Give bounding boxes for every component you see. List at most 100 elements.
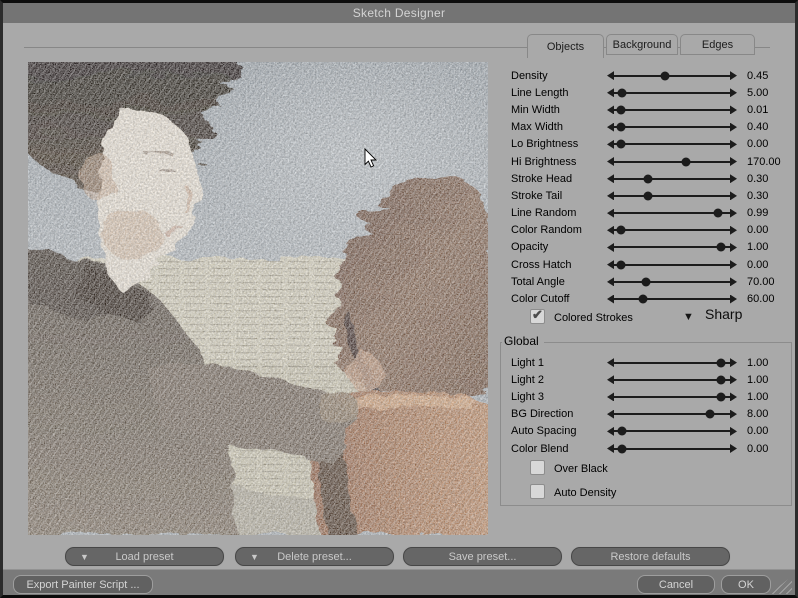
slider-track[interactable] — [614, 448, 730, 450]
slider-track[interactable] — [614, 212, 730, 214]
slider-left-arrow-icon[interactable] — [607, 174, 614, 183]
slider-left-arrow-icon[interactable] — [607, 105, 614, 114]
slider-thumb[interactable] — [643, 191, 652, 200]
lo-brightness-slider[interactable] — [607, 138, 737, 150]
slider-thumb[interactable] — [618, 427, 627, 436]
slider-track[interactable] — [614, 109, 730, 111]
light-3-slider[interactable] — [607, 391, 737, 403]
slider-track[interactable] — [614, 178, 730, 180]
line-length-slider[interactable] — [607, 87, 737, 99]
slider-left-arrow-icon[interactable] — [607, 123, 614, 132]
slider-right-arrow-icon[interactable] — [730, 157, 737, 166]
slider-right-arrow-icon[interactable] — [730, 358, 737, 367]
dropdown-arrow-icon[interactable]: ▼ — [80, 552, 89, 562]
slider-left-arrow-icon[interactable] — [607, 427, 614, 436]
slider-right-arrow-icon[interactable] — [730, 123, 737, 132]
color-cutoff-slider[interactable] — [607, 293, 737, 305]
tab-objects[interactable]: Objects — [527, 34, 604, 58]
slider-right-arrow-icon[interactable] — [730, 260, 737, 269]
slider-right-arrow-icon[interactable] — [730, 392, 737, 401]
auto-spacing-slider[interactable] — [607, 425, 737, 437]
density-slider[interactable] — [607, 70, 737, 82]
slider-right-arrow-icon[interactable] — [730, 174, 737, 183]
slider-thumb[interactable] — [706, 410, 715, 419]
slider-track[interactable] — [614, 161, 730, 163]
slider-track[interactable] — [614, 126, 730, 128]
slider-track[interactable] — [614, 430, 730, 432]
slider-left-arrow-icon[interactable] — [607, 392, 614, 401]
slider-thumb[interactable] — [714, 209, 723, 218]
slider-thumb[interactable] — [616, 105, 625, 114]
slider-left-arrow-icon[interactable] — [607, 157, 614, 166]
dropdown-arrow-icon[interactable]: ▼ — [250, 552, 259, 562]
colored-strokes-checkbox[interactable]: ✔ — [530, 309, 545, 324]
title-bar[interactable]: Sketch Designer — [3, 3, 795, 23]
color-random-slider[interactable] — [607, 224, 737, 236]
slider-track[interactable] — [614, 379, 730, 381]
slider-left-arrow-icon[interactable] — [607, 295, 614, 304]
delete-preset-button[interactable]: ▼ Delete preset... — [235, 547, 394, 566]
color-blend-slider[interactable] — [607, 443, 737, 455]
cross-hatch-slider[interactable] — [607, 259, 737, 271]
tab-background[interactable]: Background — [606, 34, 678, 55]
slider-track[interactable] — [614, 298, 730, 300]
slider-track[interactable] — [614, 413, 730, 415]
light-2-slider[interactable] — [607, 374, 737, 386]
slider-track[interactable] — [614, 75, 730, 77]
save-preset-button[interactable]: Save preset... — [403, 547, 562, 566]
slider-thumb[interactable] — [618, 88, 627, 97]
slider-thumb[interactable] — [716, 392, 725, 401]
slider-left-arrow-icon[interactable] — [607, 209, 614, 218]
slider-right-arrow-icon[interactable] — [730, 71, 737, 80]
slider-thumb[interactable] — [616, 123, 625, 132]
export-painter-script-button[interactable]: Export Painter Script ... — [13, 575, 153, 594]
slider-thumb[interactable] — [716, 358, 725, 367]
slider-left-arrow-icon[interactable] — [607, 140, 614, 149]
slider-right-arrow-icon[interactable] — [730, 375, 737, 384]
hi-brightness-slider[interactable] — [607, 156, 737, 168]
sharpness-dropdown-value[interactable]: Sharp — [705, 306, 742, 322]
slider-track[interactable] — [614, 143, 730, 145]
slider-track[interactable] — [614, 396, 730, 398]
slider-left-arrow-icon[interactable] — [607, 71, 614, 80]
slider-left-arrow-icon[interactable] — [607, 444, 614, 453]
slider-left-arrow-icon[interactable] — [607, 243, 614, 252]
slider-thumb[interactable] — [681, 157, 690, 166]
resize-grip[interactable] — [770, 576, 792, 594]
ok-button[interactable]: OK — [721, 575, 771, 594]
slider-left-arrow-icon[interactable] — [607, 226, 614, 235]
slider-right-arrow-icon[interactable] — [730, 226, 737, 235]
slider-track[interactable] — [614, 92, 730, 94]
slider-thumb[interactable] — [661, 71, 670, 80]
slider-right-arrow-icon[interactable] — [730, 209, 737, 218]
slider-right-arrow-icon[interactable] — [730, 410, 737, 419]
cancel-button[interactable]: Cancel — [637, 575, 715, 594]
slider-right-arrow-icon[interactable] — [730, 295, 737, 304]
over-black-checkbox[interactable]: ✔ — [530, 460, 545, 475]
restore-defaults-button[interactable]: Restore defaults — [571, 547, 730, 566]
slider-thumb[interactable] — [716, 243, 725, 252]
slider-track[interactable] — [614, 281, 730, 283]
slider-thumb[interactable] — [616, 260, 625, 269]
slider-left-arrow-icon[interactable] — [607, 410, 614, 419]
slider-left-arrow-icon[interactable] — [607, 260, 614, 269]
slider-track[interactable] — [614, 362, 730, 364]
slider-right-arrow-icon[interactable] — [730, 444, 737, 453]
line-random-slider[interactable] — [607, 207, 737, 219]
stroke-head-slider[interactable] — [607, 173, 737, 185]
slider-right-arrow-icon[interactable] — [730, 140, 737, 149]
slider-right-arrow-icon[interactable] — [730, 277, 737, 286]
auto-density-checkbox[interactable]: ✔ — [530, 484, 545, 499]
stroke-tail-slider[interactable] — [607, 190, 737, 202]
bg-direction-slider[interactable] — [607, 408, 737, 420]
min-width-slider[interactable] — [607, 104, 737, 116]
slider-right-arrow-icon[interactable] — [730, 88, 737, 97]
light-1-slider[interactable] — [607, 357, 737, 369]
slider-thumb[interactable] — [618, 444, 627, 453]
slider-track[interactable] — [614, 229, 730, 231]
slider-left-arrow-icon[interactable] — [607, 88, 614, 97]
slider-thumb[interactable] — [716, 375, 725, 384]
slider-thumb[interactable] — [643, 174, 652, 183]
total-angle-slider[interactable] — [607, 276, 737, 288]
slider-thumb[interactable] — [616, 140, 625, 149]
